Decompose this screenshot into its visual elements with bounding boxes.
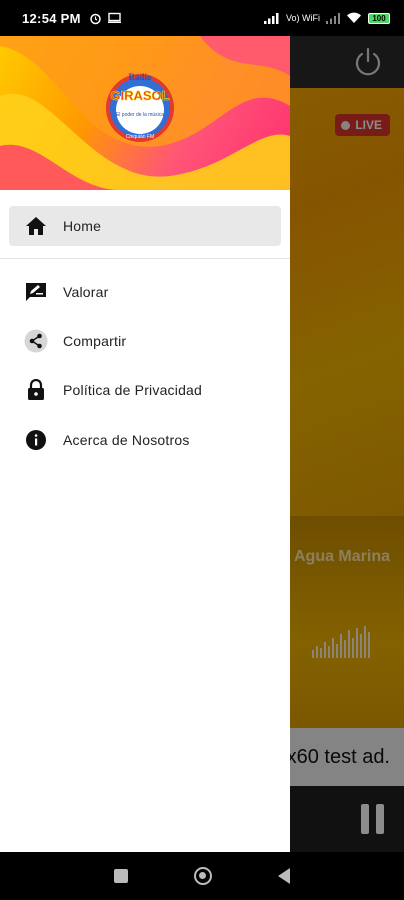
menu-item-valorar[interactable]: Valorar (9, 272, 281, 312)
menu-label: Política de Privacidad (63, 382, 203, 398)
home-button[interactable] (194, 867, 212, 885)
radio-girasol-logo: Radio GIRASOL El poder de la música Chiq… (106, 72, 174, 142)
svg-text:El poder de la música: El poder de la música (116, 112, 164, 118)
status-time: 12:54 PM (22, 10, 81, 26)
menu-label: Home (63, 218, 102, 234)
wifi-icon (347, 12, 361, 23)
menu-item-acerca-nosotros[interactable]: Acerca de Nosotros (9, 420, 281, 460)
menu-item-compartir[interactable]: Compartir (9, 321, 281, 361)
svg-text:Radio: Radio (128, 72, 152, 82)
home-icon (23, 213, 49, 239)
rate-review-icon (23, 279, 49, 305)
menu-label: Valorar (63, 284, 109, 300)
menu-item-home[interactable]: Home (9, 206, 281, 246)
system-nav-bar (0, 852, 404, 900)
navigation-drawer: Radio GIRASOL El poder de la música Chiq… (0, 36, 290, 852)
network-label: Vo) WiFi (285, 13, 320, 23)
svg-text:Chiquián FM: Chiquián FM (126, 134, 154, 140)
status-bar: 12:54 PM Vo) WiFi 100 (0, 0, 404, 36)
drawer-header: Radio GIRASOL El poder de la música Chiq… (0, 36, 290, 190)
recents-button[interactable] (114, 869, 128, 883)
screen-cast-icon (107, 12, 121, 23)
svg-text:GIRASOL: GIRASOL (110, 88, 169, 103)
lock-icon (23, 377, 49, 403)
signal-icon (263, 13, 279, 24)
signal-icon-2 (326, 13, 340, 24)
battery-icon: 100 (368, 12, 390, 24)
share-icon (23, 328, 49, 354)
menu-divider (0, 258, 290, 259)
menu-item-politica-privacidad[interactable]: Política de Privacidad (9, 370, 281, 410)
back-button[interactable] (278, 868, 290, 884)
info-icon (23, 427, 49, 453)
menu-label: Compartir (63, 333, 127, 349)
alarm-icon (90, 13, 101, 24)
menu-label: Acerca de Nosotros (63, 432, 190, 448)
